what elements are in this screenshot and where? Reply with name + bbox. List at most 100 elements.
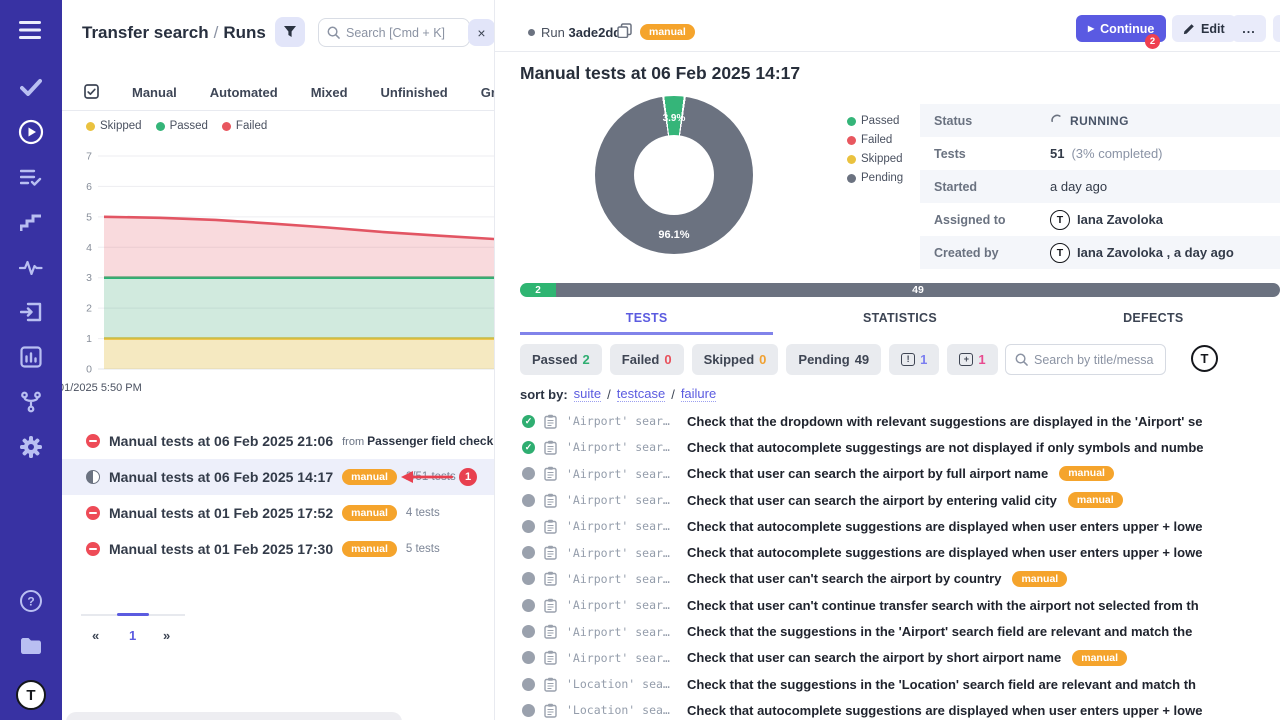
test-title: Check that the dropdown with relevant su…: [687, 414, 1202, 429]
filter-comment-add-button[interactable]: +1: [947, 344, 997, 375]
test-row[interactable]: 'Airport' sear… Check that user can't co…: [495, 592, 1280, 618]
list-check-icon[interactable]: [0, 164, 62, 190]
bar-chart-icon[interactable]: [0, 344, 62, 370]
test-row[interactable]: 'Airport' sear… Check that user can sear…: [495, 461, 1280, 487]
clipped-button[interactable]: [1273, 15, 1280, 42]
test-row[interactable]: 'Airport' sear… Check that the suggestio…: [495, 618, 1280, 644]
bottom-sheet-edge: [66, 712, 402, 720]
tab-mixed[interactable]: Mixed: [311, 85, 348, 100]
filter-comments-button[interactable]: !1: [889, 344, 939, 375]
sort-by-testcase[interactable]: testcase: [617, 386, 665, 402]
test-row[interactable]: 'Location' sea… Check that the suggestio…: [495, 671, 1280, 697]
select-all-icon[interactable]: [84, 84, 99, 102]
test-suite-name: 'Airport' sear…: [566, 519, 678, 533]
status-value: RUNNING: [1070, 114, 1129, 128]
folder-icon[interactable]: [0, 633, 62, 659]
tab-automated[interactable]: Automated: [210, 85, 278, 100]
check-icon[interactable]: [0, 74, 62, 100]
test-row[interactable]: 'Airport' sear… Check that autocomplete …: [495, 539, 1280, 565]
test-title: Check that autocomplete suggestions are …: [687, 519, 1202, 534]
test-status-icon: [522, 625, 535, 638]
copy-run-id-button[interactable]: [617, 23, 632, 41]
tab-statistics[interactable]: STATISTICS: [773, 305, 1026, 335]
test-row[interactable]: 'Airport' sear… Check that user can't se…: [495, 566, 1280, 592]
filter-button[interactable]: [275, 17, 305, 47]
run-list-item[interactable]: Manual tests at 01 Feb 2025 17:30 manual…: [62, 531, 495, 567]
test-status-icon: [522, 572, 535, 585]
creator-name[interactable]: Iana Zavoloka , a day ago: [1077, 245, 1234, 260]
test-title: Check that autocomplete suggestings are …: [687, 440, 1203, 455]
runs-history-chart: 01234567: [62, 138, 495, 378]
filter-skipped-button[interactable]: Skipped0: [692, 344, 779, 375]
run-list-item[interactable]: Manual tests at 06 Feb 2025 21:06 from P…: [62, 423, 495, 459]
test-suite-name: 'Airport' sear…: [566, 414, 678, 428]
tab-manual[interactable]: Manual: [132, 85, 177, 100]
tab-unfinished[interactable]: Unfinished: [381, 85, 448, 100]
clipboard-icon: [544, 545, 557, 560]
play-icon: ▶: [1088, 24, 1094, 33]
failed-dot: [847, 136, 856, 145]
run-list-item[interactable]: Manual tests at 01 Feb 2025 17:52 manual…: [62, 495, 495, 531]
test-row[interactable]: 'Airport' sear… Check that autocomplete …: [495, 513, 1280, 539]
pagination-prev[interactable]: «: [92, 628, 99, 643]
assignee-avatar: T: [1050, 210, 1070, 230]
tab-defects[interactable]: DEFECTS: [1027, 305, 1280, 335]
started-row: Started a day ago: [920, 170, 1280, 203]
run-status-table: Status RUNNING Tests 51(3% completed) St…: [920, 104, 1280, 269]
sign-in-icon[interactable]: [0, 299, 62, 325]
clipboard-icon: [544, 677, 557, 692]
test-row[interactable]: 'Airport' sear… Check that user can sear…: [495, 645, 1280, 671]
breadcrumb: Transfer search/Runs: [82, 23, 266, 43]
hamburger-icon[interactable]: [0, 17, 62, 43]
filter-pending-button[interactable]: Pending49: [786, 344, 881, 375]
runs-search: [318, 18, 470, 47]
edit-button[interactable]: Edit: [1172, 15, 1236, 42]
test-search-input[interactable]: [1034, 353, 1154, 367]
assignee-name[interactable]: Iana Zavoloka: [1077, 212, 1163, 227]
breadcrumb-page: Runs: [223, 23, 266, 42]
test-row[interactable]: 'Airport' sear… Check that the dropdown …: [495, 408, 1280, 434]
svg-text:2: 2: [86, 303, 92, 315]
pending-dot: [847, 174, 856, 183]
user-avatar[interactable]: T: [0, 678, 62, 712]
test-title: Check that autocomplete suggestions are …: [687, 545, 1202, 560]
pagination-next[interactable]: »: [163, 628, 170, 643]
created-row: Created by TIana Zavoloka , a day ago: [920, 236, 1280, 269]
pagination-page-1[interactable]: 1: [129, 628, 136, 643]
test-row[interactable]: 'Location' sea… Check that autocomplete …: [495, 697, 1280, 720]
tab-tests[interactable]: TESTS: [520, 305, 773, 335]
tab-groups[interactable]: Groups: [481, 85, 495, 100]
svg-text:1: 1: [86, 333, 92, 345]
runs-search-input[interactable]: [346, 26, 456, 40]
filter-passed-button[interactable]: Passed2: [520, 344, 602, 375]
activity-icon[interactable]: [0, 254, 62, 280]
sort-by-failure[interactable]: failure: [681, 386, 716, 402]
help-icon[interactable]: ?: [0, 588, 62, 614]
close-search-button[interactable]: ×: [468, 19, 495, 46]
play-circle-icon[interactable]: [0, 119, 62, 145]
user-avatar[interactable]: T: [1191, 345, 1218, 372]
test-suite-name: 'Airport' sear…: [566, 546, 678, 560]
breadcrumb-project[interactable]: Transfer search: [82, 23, 209, 42]
branch-icon[interactable]: [0, 389, 62, 415]
gear-icon[interactable]: [0, 434, 62, 460]
filter-failed-button[interactable]: Failed0: [610, 344, 684, 375]
manual-badge: manual: [1059, 466, 1114, 482]
more-actions-button[interactable]: ...: [1232, 15, 1266, 42]
tests-progress: (3% completed): [1071, 146, 1162, 161]
manual-badge: manual: [640, 24, 695, 40]
copy-icon: [617, 23, 632, 38]
chart-legend: Skipped Passed Failed: [86, 120, 267, 132]
manual-badge: manual: [1068, 492, 1123, 508]
continue-notification-badge: 2: [1145, 34, 1160, 49]
steps-icon[interactable]: [0, 209, 62, 235]
svg-text:6: 6: [86, 181, 92, 193]
run-label: Run: [541, 25, 565, 40]
test-row[interactable]: 'Airport' sear… Check that autocomplete …: [495, 434, 1280, 460]
clipboard-icon: [544, 703, 557, 718]
sort-by-suite[interactable]: suite: [574, 386, 601, 402]
skipped-dot: [86, 122, 95, 131]
run-list-item-selected[interactable]: Manual tests at 06 Feb 2025 14:17 manual…: [62, 459, 495, 495]
test-row[interactable]: 'Airport' sear… Check that user can sear…: [495, 487, 1280, 513]
clipboard-icon: [544, 598, 557, 613]
